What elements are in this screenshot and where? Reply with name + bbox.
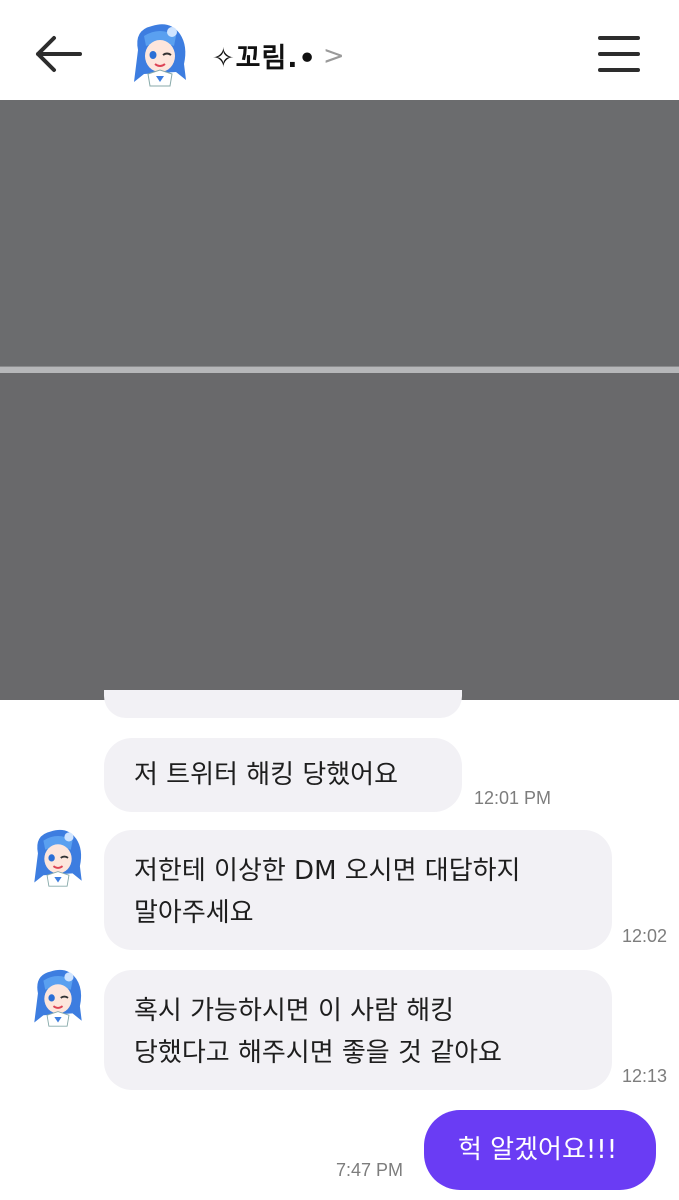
message-text-line: 혹시 가능하시면 이 사람 해킹 xyxy=(134,996,455,1026)
partial-message-bubble xyxy=(104,690,462,718)
message-bubble[interactable]: 혹시 가능하시면 이 사람 해킹 당했다고 해주시면 좋을 것 같아요 xyxy=(104,970,612,1090)
message-text-line: 말아주세요 xyxy=(134,898,254,928)
message-bubble[interactable]: 저한테 이상한 DM 오시면 대답하지 말아주세요 xyxy=(104,830,612,950)
message-timestamp: 12:01 PM xyxy=(474,788,552,808)
message-bubble[interactable]: 저 트위터 해킹 당했어요 xyxy=(104,738,462,812)
chat-header: ✧꼬림.• > xyxy=(0,0,679,100)
message-text: 저 트위터 해킹 당했어요 xyxy=(134,760,398,790)
message-timestamp: 12:02 xyxy=(622,926,668,946)
chat-title[interactable]: ✧꼬림.• > xyxy=(212,36,346,75)
message-text: 헉 알겠어요!!! xyxy=(458,1135,618,1165)
redacted-block xyxy=(0,100,679,367)
message-timestamp: 12:13 xyxy=(622,1066,668,1086)
redacted-block xyxy=(0,373,679,700)
my-message-bubble[interactable]: 헉 알겠어요!!! xyxy=(424,1110,656,1190)
message-text-line: 당했다고 해주시면 좋을 것 같아요 xyxy=(134,1038,502,1068)
avatar[interactable] xyxy=(30,966,86,1028)
chevron-right-icon: > xyxy=(322,40,346,71)
back-arrow-icon[interactable] xyxy=(30,32,86,76)
message-timestamp: 7:47 PM xyxy=(336,1160,404,1180)
avatar[interactable] xyxy=(130,20,190,88)
avatar[interactable] xyxy=(30,826,86,888)
chat-title-text: ✧꼬림.• xyxy=(212,43,317,74)
message-text-line: 저한테 이상한 DM 오시면 대답하지 xyxy=(134,856,521,886)
hamburger-menu-icon[interactable] xyxy=(596,34,642,74)
